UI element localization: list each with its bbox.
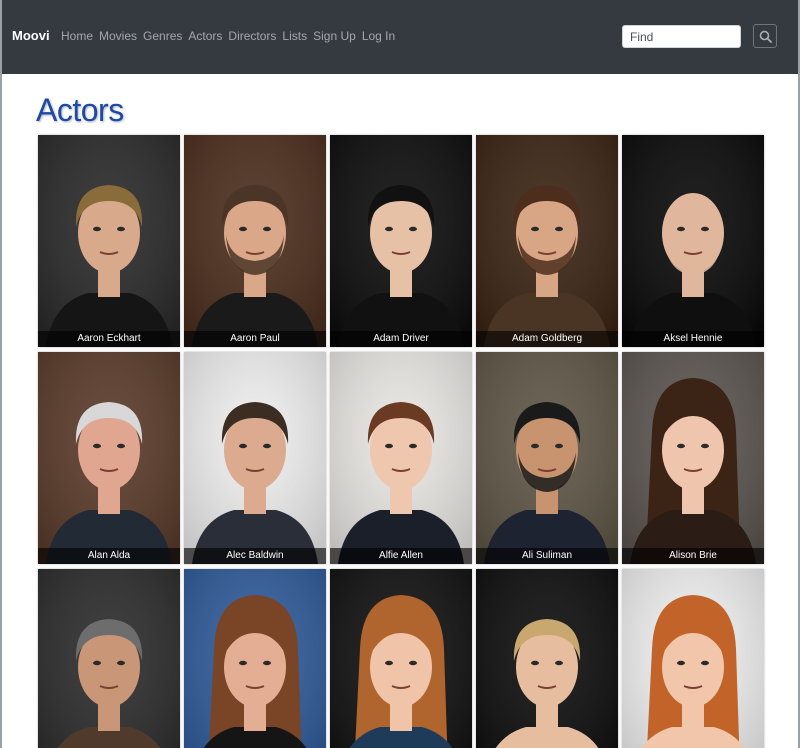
actor-name: Aksel Hennie <box>622 331 764 347</box>
actor-name: Aaron Eckhart <box>38 331 180 347</box>
actor-portrait <box>38 352 180 564</box>
actor-portrait <box>622 135 764 347</box>
navbar: Moovi Home Movies Genres Actors Director… <box>2 0 798 74</box>
actor-card[interactable] <box>330 569 472 748</box>
actor-name: Adam Driver <box>330 331 472 347</box>
search-input[interactable] <box>622 25 741 48</box>
actor-card[interactable]: Alan Alda <box>38 352 180 564</box>
actor-name: Alan Alda <box>38 548 180 564</box>
actor-card[interactable]: Alfie Allen <box>330 352 472 564</box>
actor-card[interactable]: Aksel Hennie <box>622 135 764 347</box>
actor-card[interactable]: Adam Goldberg <box>476 135 618 347</box>
actor-name: Alison Brie <box>622 548 764 564</box>
actor-portrait <box>184 352 326 564</box>
actor-name: Aaron Paul <box>184 331 326 347</box>
actor-portrait <box>476 569 618 748</box>
actor-portrait <box>38 569 180 748</box>
actor-portrait <box>184 135 326 347</box>
nav-link-actors[interactable]: Actors <box>188 29 222 43</box>
nav-link-lists[interactable]: Lists <box>282 29 307 43</box>
actor-portrait <box>330 352 472 564</box>
actor-card[interactable]: Ali Suliman <box>476 352 618 564</box>
nav-link-log-in[interactable]: Log In <box>362 29 395 43</box>
actor-card[interactable] <box>38 569 180 748</box>
nav-link-movies[interactable]: Movies <box>99 29 137 43</box>
actor-card[interactable]: Aaron Eckhart <box>38 135 180 347</box>
actor-card[interactable]: Alec Baldwin <box>184 352 326 564</box>
nav-links: Home Movies Genres Actors Directors List… <box>61 29 401 43</box>
search-icon <box>759 30 772 43</box>
actor-portrait <box>476 352 618 564</box>
actor-portrait <box>38 135 180 347</box>
nav-link-directors[interactable]: Directors <box>228 29 276 43</box>
actor-portrait <box>330 135 472 347</box>
actor-name: Ali Suliman <box>476 548 618 564</box>
actor-card[interactable] <box>476 569 618 748</box>
actor-portrait <box>476 135 618 347</box>
actor-card[interactable]: Adam Driver <box>330 135 472 347</box>
nav-link-sign-up[interactable]: Sign Up <box>313 29 356 43</box>
search-button[interactable] <box>753 24 777 48</box>
actor-name: Alec Baldwin <box>184 548 326 564</box>
actor-card[interactable]: Alison Brie <box>622 352 764 564</box>
actor-card[interactable] <box>184 569 326 748</box>
nav-link-home[interactable]: Home <box>61 29 93 43</box>
brand-logo[interactable]: Moovi <box>12 28 50 43</box>
actor-grid: Aaron Eckhart Aaron Paul Adam Driver Ada… <box>38 135 764 748</box>
actor-portrait <box>184 569 326 748</box>
actor-name: Alfie Allen <box>330 548 472 564</box>
actor-portrait <box>330 569 472 748</box>
actor-portrait <box>622 569 764 748</box>
actor-card[interactable] <box>622 569 764 748</box>
actor-name: Adam Goldberg <box>476 331 618 347</box>
page-title: Actors <box>36 92 124 128</box>
actor-portrait <box>622 352 764 564</box>
actor-card[interactable]: Aaron Paul <box>184 135 326 347</box>
browser-frame: Moovi Home Movies Genres Actors Director… <box>0 0 800 748</box>
nav-link-genres[interactable]: Genres <box>143 29 182 43</box>
